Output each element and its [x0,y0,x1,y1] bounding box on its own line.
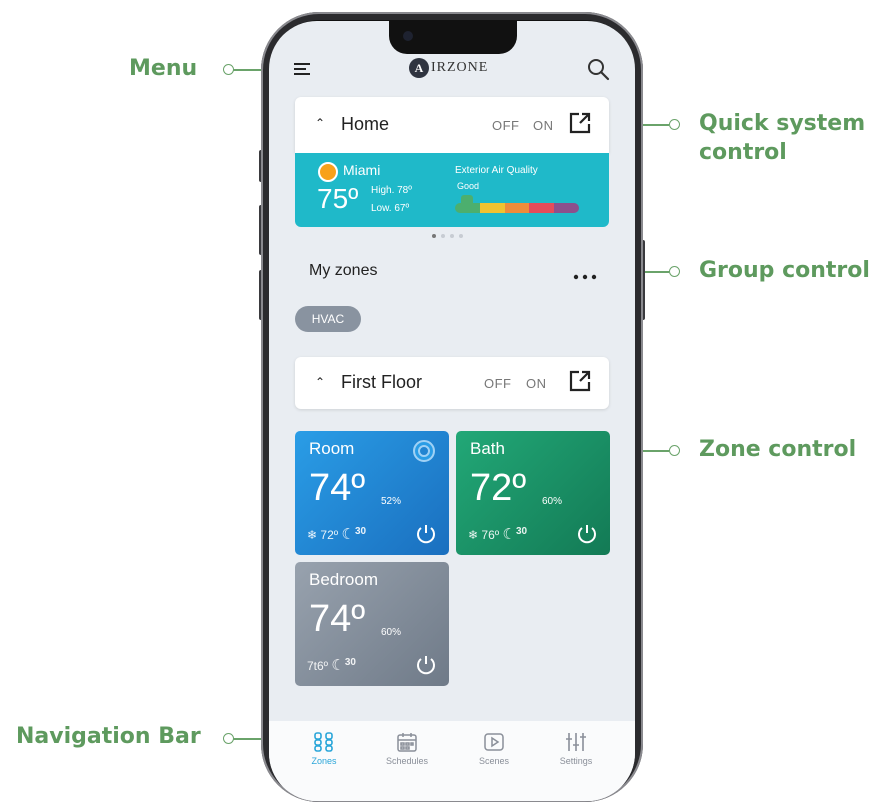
callout-quick-system-control-2: control [699,140,787,165]
play-icon [484,733,504,751]
nav-label: Settings [559,756,593,766]
grid-icon [314,732,333,752]
calendar-icon [397,733,417,752]
zone-setpoint-value: 7t6º [307,659,329,673]
zone-setpoint-value: 76º [481,528,500,542]
app-logo: A IRZONE [409,58,488,82]
system-card[interactable]: ⌃ Home OFF ON [295,97,609,153]
chevron-up-icon[interactable]: ⌃ [315,116,325,130]
zone-name: Bedroom [309,570,378,589]
search-icon[interactable] [586,57,610,81]
pager-dots[interactable] [432,234,472,240]
power-icon[interactable] [576,523,598,545]
weather-panel: Miami 75º High. 78º Low. 67º Exterior Ai… [295,153,609,227]
phone-notch [389,21,517,54]
hvac-chip[interactable]: HVAC [295,306,361,332]
more-dots-icon[interactable] [573,268,597,280]
zone-name: Bath [470,439,505,458]
nav-item-settings[interactable]: Settings [546,731,606,766]
snowflake-icon: ❄ [468,528,479,542]
zone-status-ring-icon [413,440,435,462]
callout-dot-menu [223,64,234,75]
weather-temperature: 75º [317,183,359,214]
sun-icon [318,162,338,182]
system-title: Home [341,114,390,134]
zone-setpoint-value: 72º [320,528,339,542]
callout-navigation-bar: Navigation Bar [16,724,201,749]
nav-item-schedules[interactable]: Schedules [377,731,437,766]
power-icon[interactable] [415,523,437,545]
zone-temperature: 74º [309,598,366,640]
callout-dot-quick-system [669,119,680,130]
group-title: First Floor [341,372,422,392]
zone-card-room[interactable]: Room 74º 52% ❄ 72º ☾30 [295,431,449,555]
sliders-icon [566,733,586,751]
hamburger-icon[interactable] [293,61,313,77]
power-icon[interactable] [415,654,437,676]
weather-low: Low. 67º [371,203,410,214]
zone-card-bath[interactable]: Bath 72º 60% ❄ 76º ☾30 [456,431,610,555]
group-off-button[interactable]: OFF [484,376,512,391]
sleep-timer-value: 30 [354,526,367,537]
sleep-timer-icon: ☾ [341,526,355,543]
group-card[interactable]: ⌃ First Floor OFF ON [295,357,609,409]
nav-label: Schedules [385,756,429,766]
chevron-up-icon[interactable]: ⌃ [315,375,325,389]
air-quality-label: Exterior Air Quality [455,165,538,176]
external-link-icon[interactable] [568,111,592,135]
nav-label: Scenes [478,756,510,766]
sleep-timer-value: 30 [344,657,356,668]
weather-city: Miami [343,162,381,178]
sleep-timer-icon: ☾ [331,657,345,674]
system-off-button[interactable]: OFF [492,118,520,133]
callout-menu: Menu [129,56,198,81]
air-quality-bar [455,203,579,213]
logo-text: IRZONE [431,60,489,75]
callout-zone-control: Zone control [699,437,857,462]
navigation-bar: Zones Schedules Scenes Settings [269,721,635,801]
nav-item-zones[interactable]: Zones [294,731,354,766]
snowflake-icon: ❄ [307,528,318,542]
zone-humidity: 52% [381,496,402,507]
zone-card-bedroom[interactable]: Bedroom 74º 60% 7t6º ☾30 [295,562,449,686]
my-zones-title: My zones [309,262,378,279]
external-link-icon[interactable] [568,369,592,393]
front-camera [403,31,413,41]
air-quality-marker-icon [461,195,473,209]
nav-item-scenes[interactable]: Scenes [464,731,524,766]
zone-humidity: 60% [381,627,402,638]
zone-humidity: 60% [542,496,563,507]
sleep-timer-icon: ☾ [502,526,516,543]
air-quality-value: Good [457,181,480,191]
sleep-timer-value: 30 [515,526,528,537]
system-on-button[interactable]: ON [533,118,554,133]
zone-setpoint: 7t6º ☾30 [307,656,356,674]
weather-high: High. 78º [371,185,412,196]
callout-quick-system-control-1: Quick system [699,111,866,136]
callout-dot-nav [223,733,234,744]
zone-temperature: 74º [309,467,366,509]
zone-setpoint: ❄ 76º ☾30 [468,525,527,543]
zone-name: Room [309,439,355,458]
logo-letter: A [409,58,429,78]
zone-temperature: 72º [470,467,527,509]
callout-group-control: Group control [699,258,870,283]
zone-setpoint: ❄ 72º ☾30 [307,525,366,543]
group-on-button[interactable]: ON [526,376,547,391]
callout-dot-group [669,266,680,277]
app-screen: A IRZONE ⌃ Home OFF ON Miami 75º High. 78… [269,21,635,801]
callout-dot-zone [669,445,680,456]
nav-label: Zones [311,756,337,766]
